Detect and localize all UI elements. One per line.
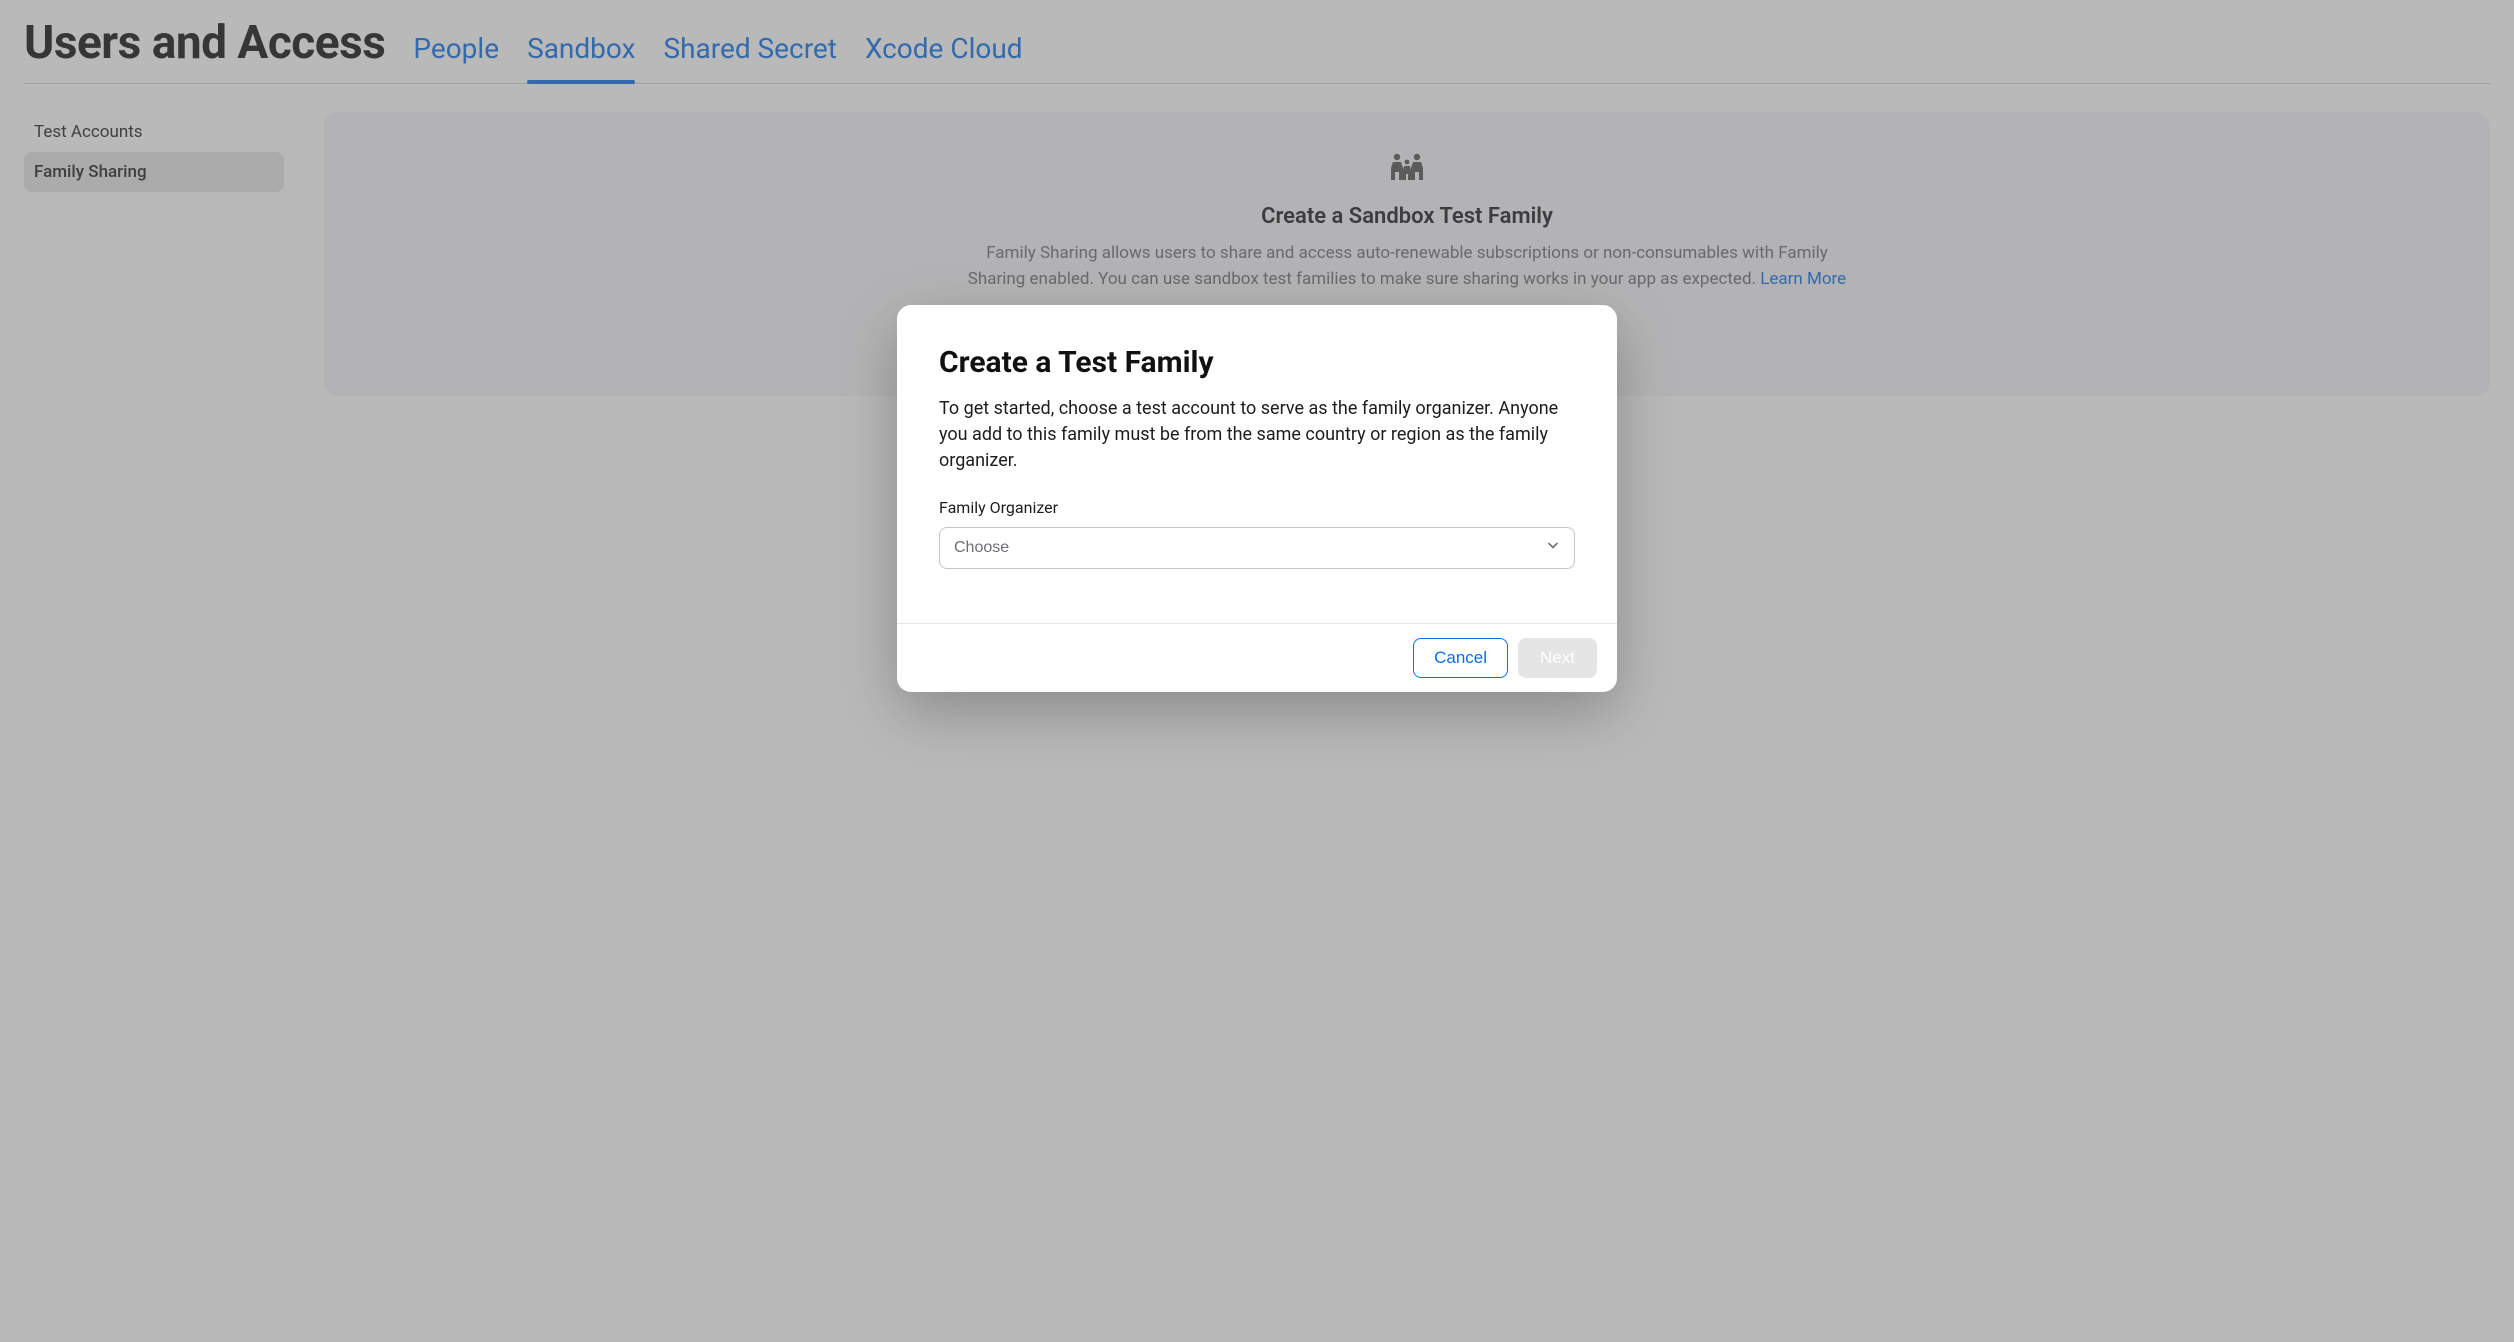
- family-organizer-select-wrap: Choose: [939, 527, 1575, 569]
- family-organizer-label: Family Organizer: [939, 498, 1575, 517]
- next-button[interactable]: Next: [1518, 638, 1597, 678]
- modal-footer: Cancel Next: [897, 623, 1617, 692]
- create-test-family-modal: Create a Test Family To get started, cho…: [897, 305, 1617, 692]
- modal-overlay[interactable]: Create a Test Family To get started, cho…: [0, 0, 2514, 1342]
- family-organizer-select[interactable]: Choose: [939, 527, 1575, 569]
- modal-title: Create a Test Family: [939, 345, 1575, 380]
- cancel-button[interactable]: Cancel: [1413, 638, 1508, 678]
- modal-body: Create a Test Family To get started, cho…: [897, 305, 1617, 623]
- modal-description: To get started, choose a test account to…: [939, 396, 1575, 474]
- select-placeholder: Choose: [954, 539, 1009, 556]
- chevron-down-icon: [1546, 539, 1560, 558]
